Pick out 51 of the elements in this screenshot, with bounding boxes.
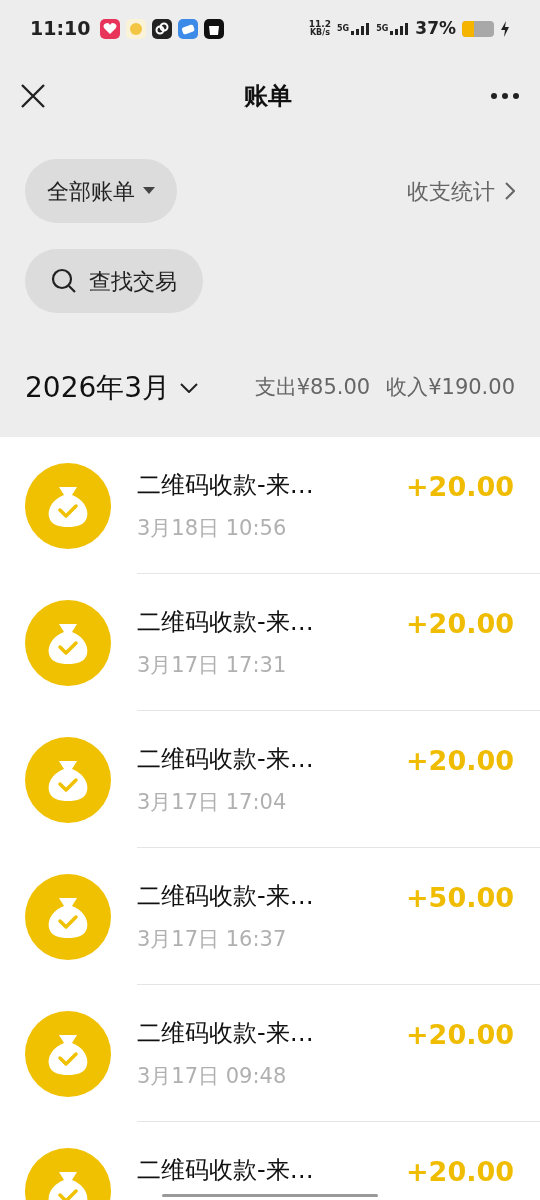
transaction-title: 二维码收款-来… — [137, 1155, 315, 1186]
transaction-amount: +20.00 — [405, 607, 514, 641]
search-icon — [51, 268, 77, 294]
close-icon[interactable] — [20, 83, 46, 109]
network-type: 5G — [337, 22, 350, 35]
transaction-date: 3月17日 09:48 — [137, 1063, 288, 1090]
transaction-date: 3月17日 17:31 — [137, 652, 288, 679]
heart-app-icon — [100, 18, 121, 39]
transaction-title: 二维码收款-来… — [137, 470, 315, 501]
network-speed: 11.2 — [308, 20, 331, 29]
transaction-amount: +20.00 — [405, 744, 514, 778]
page-title: 账单 — [243, 81, 293, 112]
month-selector[interactable]: 2026年3月 — [25, 367, 199, 409]
transaction-amount: +50.00 — [405, 881, 514, 915]
chevron-down-icon — [180, 383, 199, 393]
signal-icon — [350, 22, 371, 35]
status-time: 11:10 — [30, 16, 91, 42]
transaction-title: 二维码收款-来… — [137, 744, 315, 775]
expense-total: 支出¥85.00 — [254, 374, 371, 402]
transaction-title: 二维码收款-来… — [137, 1018, 315, 1049]
chevron-right-icon — [505, 182, 515, 200]
money-bag-icon — [25, 462, 111, 549]
network-speed-unit: KB/s — [309, 29, 330, 37]
money-bag-icon — [25, 1010, 111, 1097]
income-total: 收入¥190.00 — [386, 374, 515, 402]
transaction-title: 二维码收款-来… — [137, 881, 315, 912]
transaction-row[interactable]: 二维码收款-来… 3月17日 16:37 +50.00 — [0, 848, 540, 985]
network-type: 5G — [376, 22, 389, 35]
stats-link[interactable]: 收支统计 — [407, 174, 515, 208]
transaction-amount: +20.00 — [405, 1018, 514, 1052]
transaction-row[interactable]: 二维码收款-来… 3月17日 17:31 +20.00 — [0, 574, 540, 711]
battery-percent: 37% — [415, 16, 456, 40]
transaction-amount: +20.00 — [405, 470, 514, 504]
transaction-title: 二维码收款-来… — [137, 607, 315, 638]
transaction-row[interactable]: 二维码收款-来… 3月17日 17:04 +20.00 — [0, 711, 540, 848]
charging-icon — [500, 20, 510, 37]
money-bag-icon — [25, 736, 111, 823]
money-bag-icon — [25, 873, 111, 960]
signal-icon — [389, 22, 410, 35]
transaction-row[interactable]: 二维码收款-来… 3月18日 10:56 +20.00 — [0, 437, 540, 574]
transaction-amount: +20.00 — [405, 1155, 514, 1189]
more-icon[interactable] — [490, 92, 520, 100]
caret-icon — [143, 187, 155, 195]
bill-filter-dropdown[interactable]: 全部账单 — [25, 159, 177, 223]
transaction-row[interactable]: 二维码收款-来… 3月17日 09:48 +20.00 — [0, 985, 540, 1122]
money-bag-icon — [25, 599, 111, 686]
battery-icon — [462, 20, 494, 37]
transaction-date: 3月17日 17:04 — [137, 789, 288, 816]
transaction-date: 3月18日 10:56 — [137, 515, 288, 542]
search-button[interactable]: 查找交易 — [25, 249, 203, 313]
transaction-date: 3月17日 16:37 — [137, 926, 288, 953]
